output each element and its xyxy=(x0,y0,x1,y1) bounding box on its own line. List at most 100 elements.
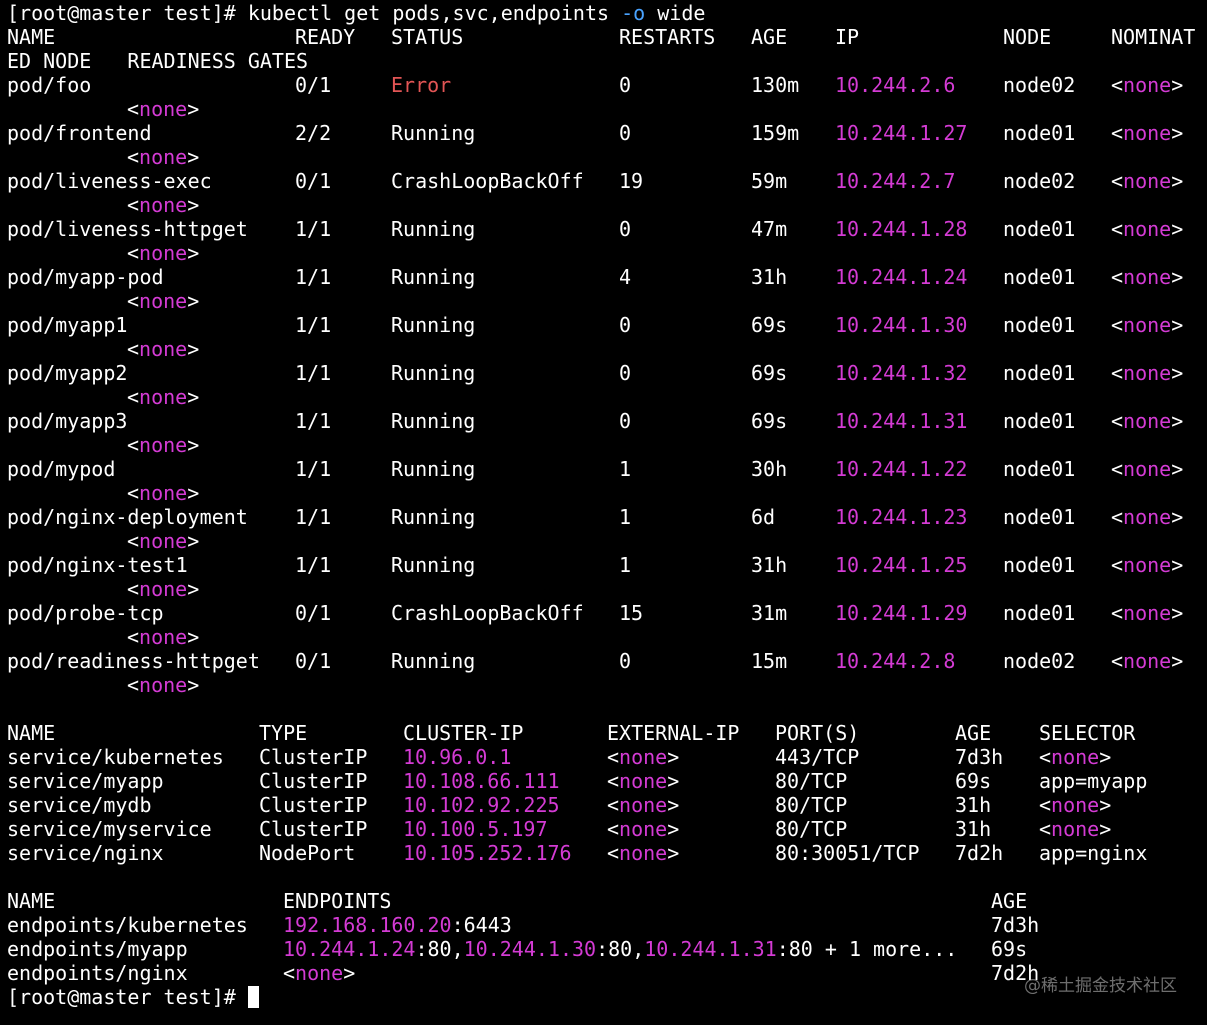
pod-node: node02 xyxy=(1003,169,1076,193)
pod-ip: 10.244.1.24 xyxy=(835,265,968,289)
svc-type: NodePort xyxy=(259,841,356,865)
svc-selector: <none> xyxy=(1039,793,1112,817)
pod-nominated-node: <none> xyxy=(1111,457,1184,481)
pod-readiness-gates: <none> xyxy=(127,385,200,409)
table-row: pod/readiness-httpget 0/1 Running 0 15m 10.24… xyxy=(7,649,1207,673)
svc-header-external-ip: EXTERNAL-IP xyxy=(607,721,740,745)
svc-header-name: NAME xyxy=(7,721,56,745)
svc-cluster-ip: 10.96.0.1 xyxy=(403,745,512,769)
svc-cluster-ip: 10.102.92.225 xyxy=(403,793,560,817)
pod-node: node02 xyxy=(1003,73,1076,97)
table-row-wrap: <none> xyxy=(7,481,1207,505)
pod-age: 130m xyxy=(751,73,800,97)
pod-ready: 1/1 xyxy=(295,217,332,241)
ep-age: 7d3h xyxy=(991,913,1040,937)
shell-prompt: [root@master test]# xyxy=(7,1,236,25)
pod-ready: 0/1 xyxy=(295,649,332,673)
pod-nominated-node: <none> xyxy=(1111,649,1184,673)
pod-ready: 1/1 xyxy=(295,553,332,577)
table-row: pod/foo 0/1 Error 0 130m 10.244.2.6 node02 <non… xyxy=(7,73,1207,97)
pod-readiness-gates: <none> xyxy=(127,97,200,121)
table-row-wrap: <none> xyxy=(7,385,1207,409)
pod-restarts: 1 xyxy=(619,553,632,577)
pod-name: pod/nginx-deployment xyxy=(7,505,248,529)
pod-status: Running xyxy=(391,313,476,337)
svc-external-ip: <none> xyxy=(607,745,680,769)
pod-restarts: 0 xyxy=(619,73,632,97)
svc-header-age: AGE xyxy=(955,721,992,745)
table-row-wrap: <none> xyxy=(7,241,1207,265)
pod-status: Running xyxy=(391,457,476,481)
shell-prompt-final: [root@master test]# xyxy=(7,985,236,1009)
terminal-window[interactable]: [root@master test]# kubectl get pods,svc… xyxy=(0,0,1207,1025)
svc-age: 7d2h xyxy=(955,841,1004,865)
pod-age: 47m xyxy=(751,217,788,241)
header-name: NAME xyxy=(7,25,56,49)
pod-node: node01 xyxy=(1003,457,1076,481)
pod-nominated-node: <none> xyxy=(1111,169,1184,193)
pod-restarts: 0 xyxy=(619,217,632,241)
table-row-wrap: <none> xyxy=(7,145,1207,169)
table-row-wrap: <none> xyxy=(7,97,1207,121)
svc-name: service/kubernetes xyxy=(7,745,224,769)
pod-readiness-gates: <none> xyxy=(127,625,200,649)
svc-header-type: TYPE xyxy=(259,721,308,745)
pod-node: node02 xyxy=(1003,649,1076,673)
ep-age: 69s xyxy=(991,937,1028,961)
pod-name: pod/readiness-httpget xyxy=(7,649,260,673)
table-row: service/myservice ClusterIP 10.100.5.197 <n… xyxy=(7,817,1207,841)
pod-readiness-gates: <none> xyxy=(127,193,200,217)
pod-name: pod/mypod xyxy=(7,457,116,481)
pod-node: node01 xyxy=(1003,121,1076,145)
header-node: NODE xyxy=(1003,25,1052,49)
pod-ready: 1/1 xyxy=(295,409,332,433)
pod-readiness-gates: <none> xyxy=(127,241,200,265)
ep-name: endpoints/nginx xyxy=(7,961,188,985)
pod-age: 69s xyxy=(751,409,788,433)
pod-ready: 1/1 xyxy=(295,505,332,529)
pods-header-wrap: ED NODE READINESS GATES xyxy=(7,49,309,73)
table-row: pod/myapp2 1/1 Running 0 69s 10.244.1.32 node0… xyxy=(7,361,1207,385)
pod-readiness-gates: <none> xyxy=(127,529,200,553)
text-cursor xyxy=(247,986,259,1008)
header-nominated: NOMINAT xyxy=(1111,25,1196,49)
table-row-wrap: <none> xyxy=(7,625,1207,649)
pod-node: node01 xyxy=(1003,601,1076,625)
pod-ip: 10.244.1.31 xyxy=(835,409,968,433)
pod-name: pod/myapp1 xyxy=(7,313,128,337)
table-row: pod/myapp-pod 1/1 Running 4 31h 10.244.1.24 no… xyxy=(7,265,1207,289)
pod-age: 6d xyxy=(751,505,776,529)
header-restarts: RESTARTS xyxy=(619,25,716,49)
pod-ready: 0/1 xyxy=(295,73,332,97)
pod-ip: 10.244.1.27 xyxy=(835,121,968,145)
svc-type: ClusterIP xyxy=(259,793,368,817)
watermark: @稀土掘金技术社区 xyxy=(1024,976,1177,996)
table-row: pod/myapp3 1/1 Running 0 69s 10.244.1.31 node0… xyxy=(7,409,1207,433)
svc-ports: 80/TCP xyxy=(775,769,848,793)
svc-age: 69s xyxy=(955,769,992,793)
pod-status: Running xyxy=(391,553,476,577)
svc-name: service/mydb xyxy=(7,793,152,817)
table-row-wrap: <none> xyxy=(7,289,1207,313)
command-text: kubectl get pods,svc,endpoints xyxy=(247,1,622,25)
pod-status: Running xyxy=(391,649,476,673)
table-row: service/nginx NodePort 10.105.252.176 <none… xyxy=(7,841,1207,865)
svc-cluster-ip: 10.100.5.197 xyxy=(403,817,548,841)
pod-restarts: 19 xyxy=(619,169,644,193)
svc-age: 31h xyxy=(955,793,992,817)
svc-ports: 80/TCP xyxy=(775,793,848,817)
pod-ready: 0/1 xyxy=(295,169,332,193)
pod-readiness-gates: <none> xyxy=(127,673,200,697)
pod-ip: 10.244.2.8 xyxy=(835,649,956,673)
table-row: pod/probe-tcp 0/1 CrashLoopBackOff 15 31m 10.… xyxy=(7,601,1207,625)
pod-age: 15m xyxy=(751,649,788,673)
pod-status: Running xyxy=(391,505,476,529)
pod-status: Running xyxy=(391,361,476,385)
pod-nominated-node: <none> xyxy=(1111,121,1184,145)
svc-ports: 443/TCP xyxy=(775,745,860,769)
pod-status: CrashLoopBackOff xyxy=(391,169,584,193)
svc-name: service/nginx xyxy=(7,841,164,865)
ep-name: endpoints/kubernetes xyxy=(7,913,248,937)
ep-endpoints: <none> xyxy=(283,961,356,985)
pod-status: CrashLoopBackOff xyxy=(391,601,584,625)
